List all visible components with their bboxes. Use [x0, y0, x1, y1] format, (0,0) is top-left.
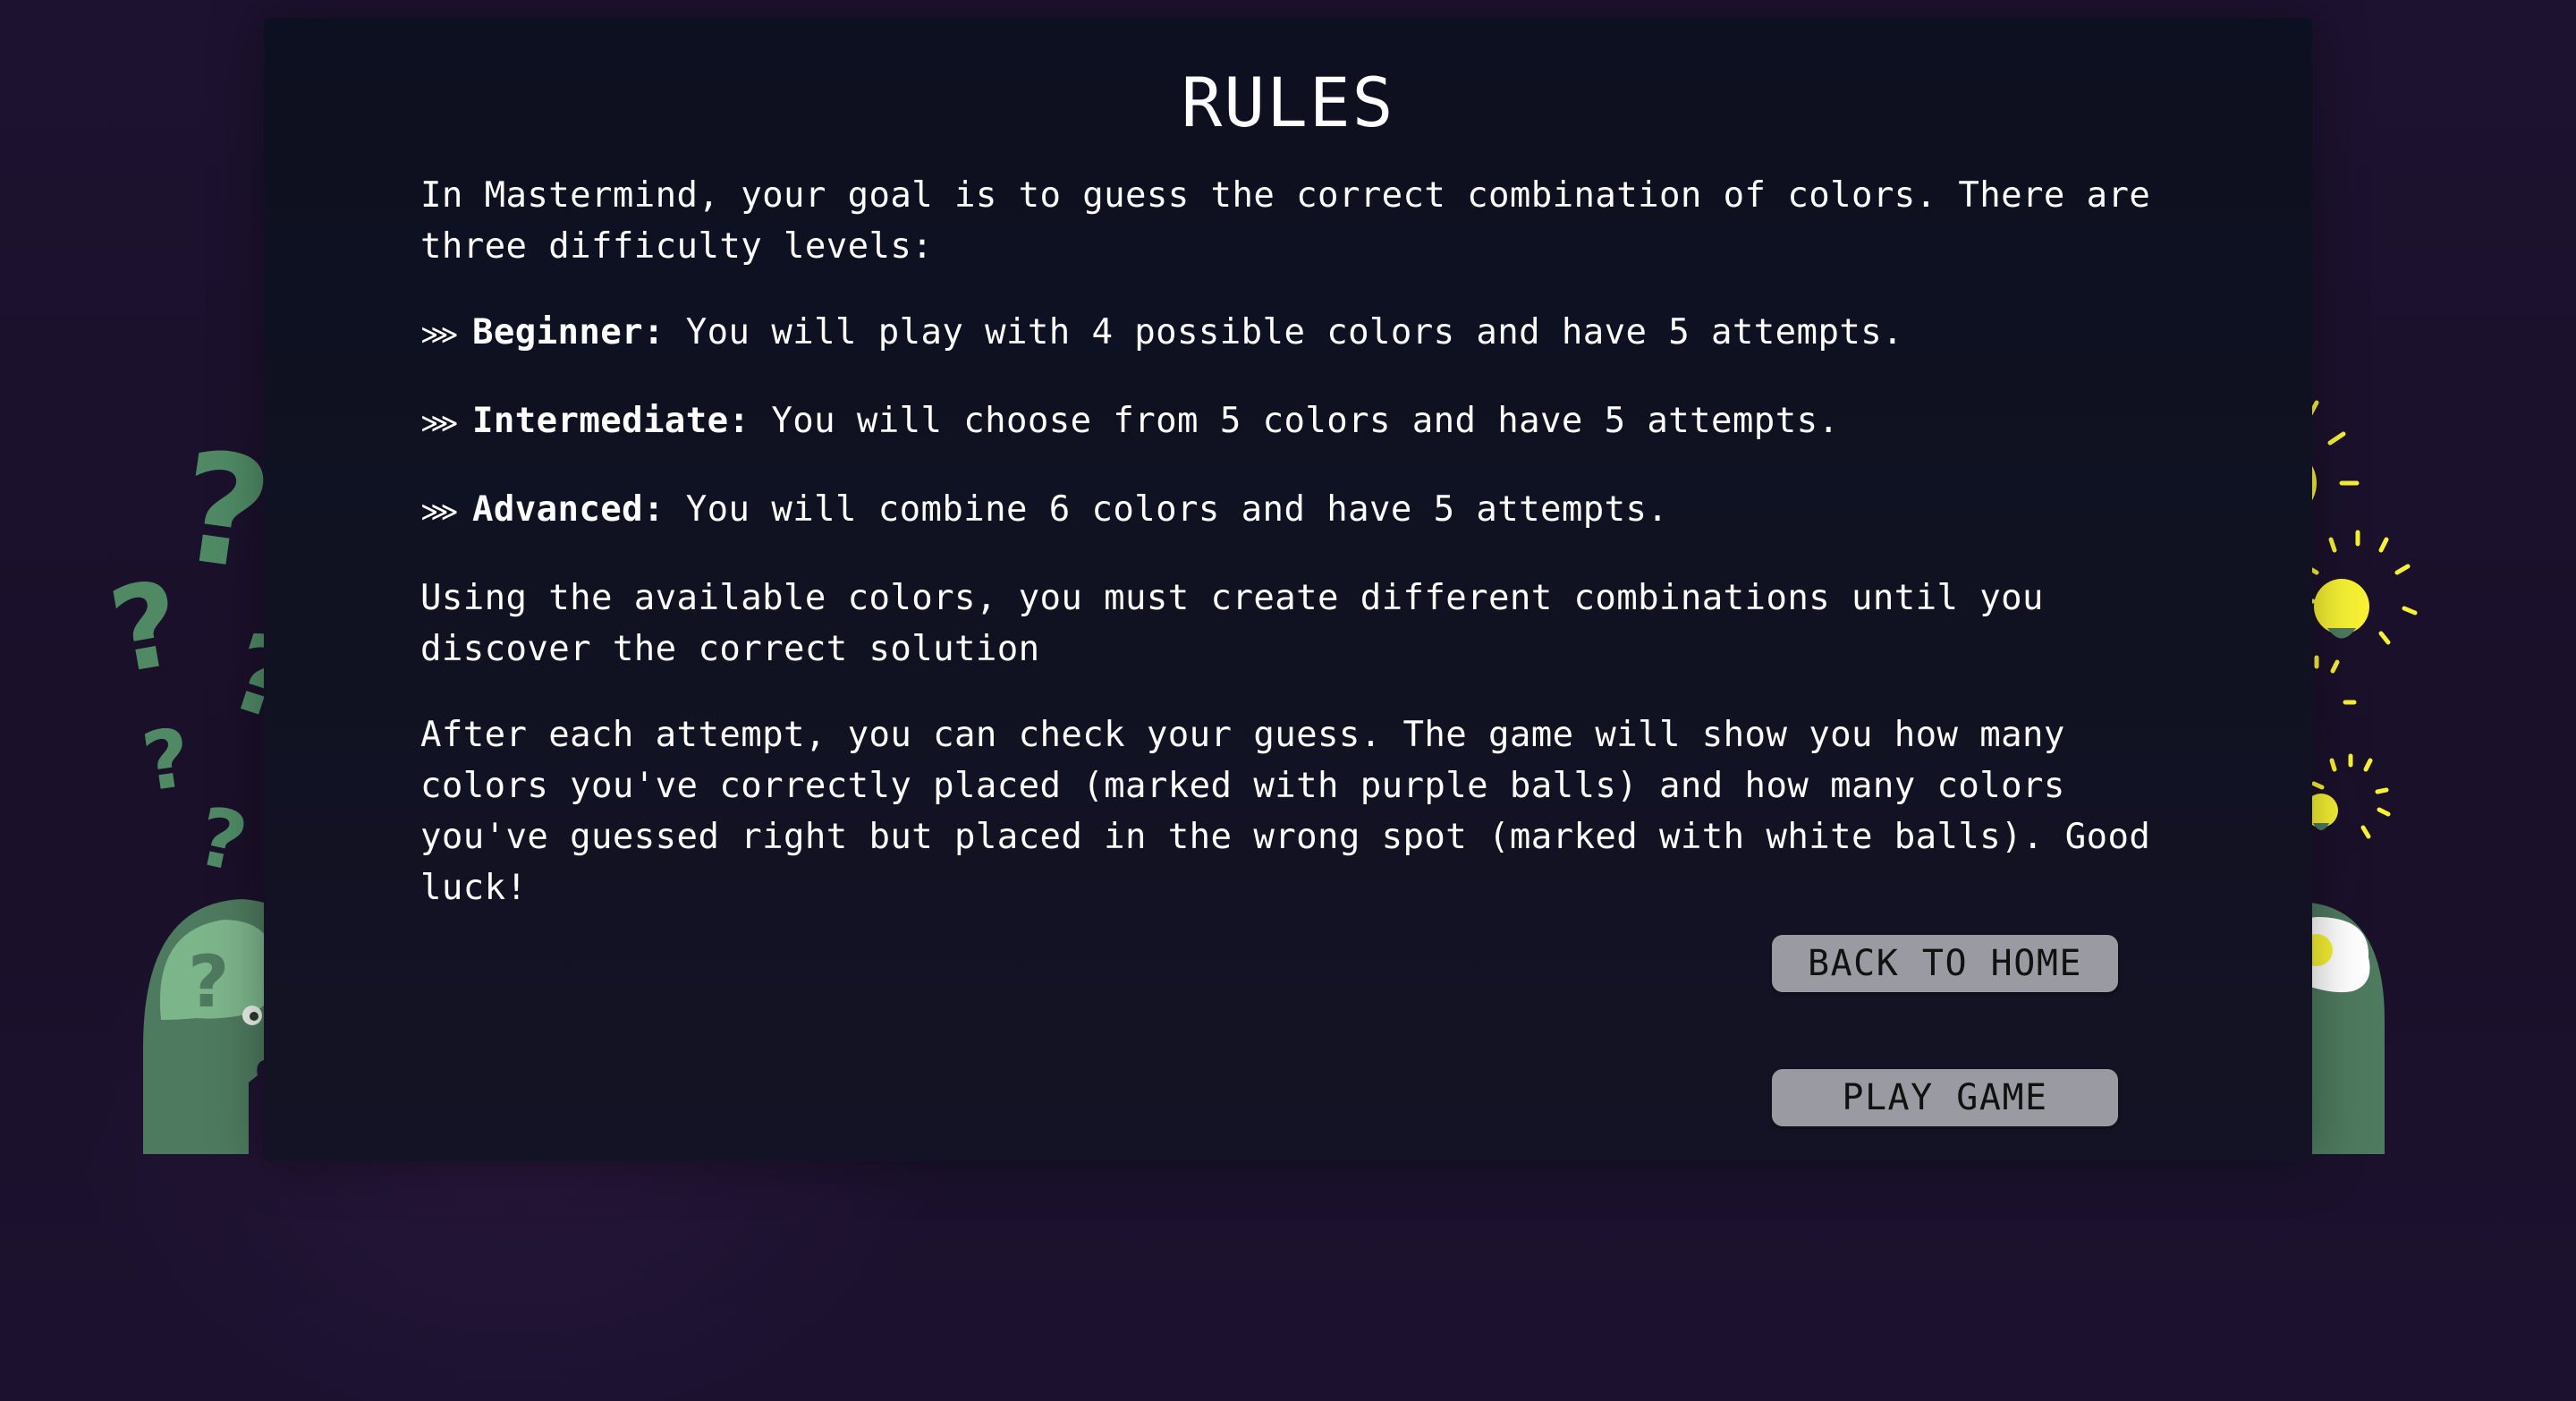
page-title: RULES — [1181, 63, 1395, 142]
svg-text:?: ? — [188, 940, 229, 1023]
play-game-button[interactable]: PLAY GAME — [1772, 1069, 2118, 1126]
triple-chevron-icon: ⋙ — [420, 408, 460, 439]
rules-intro: In Mastermind, your goal is to guess the… — [420, 175, 2151, 267]
back-to-home-button[interactable]: BACK TO HOME — [1772, 935, 2118, 992]
level-intermediate: ⋙ Intermediate: You will choose from 5 co… — [420, 395, 2209, 449]
lightbulb-icon — [2314, 579, 2369, 639]
level-description: You will play with 4 possible colors and… — [664, 312, 1903, 352]
level-name: Advanced: — [472, 489, 665, 530]
level-name: Beginner: — [472, 312, 665, 352]
triple-chevron-icon: ⋙ — [420, 319, 460, 351]
question-mark-icon: ? — [137, 710, 196, 810]
rules-panel: RULES In Mastermind, your goal is to gue… — [264, 18, 2312, 1161]
level-beginner: ⋙ Beginner: You will play with 4 possible… — [420, 307, 2209, 361]
rules-combinations-paragraph: Using the available colors, you must cre… — [420, 578, 2044, 669]
level-description: You will choose from 5 colors and have 5… — [750, 401, 1840, 441]
level-name: Intermediate: — [472, 401, 750, 441]
triple-chevron-icon: ⋙ — [420, 497, 460, 528]
question-mark-icon: ? — [190, 789, 255, 891]
level-description: You will combine 6 colors and have 5 att… — [664, 489, 1669, 530]
rules-content: In Mastermind, your goal is to guess the… — [420, 170, 2209, 948]
rules-feedback-paragraph: After each attempt, you can check your g… — [420, 715, 2151, 908]
level-advanced: ⋙ Advanced: You will combine 6 colors and… — [420, 484, 2209, 538]
